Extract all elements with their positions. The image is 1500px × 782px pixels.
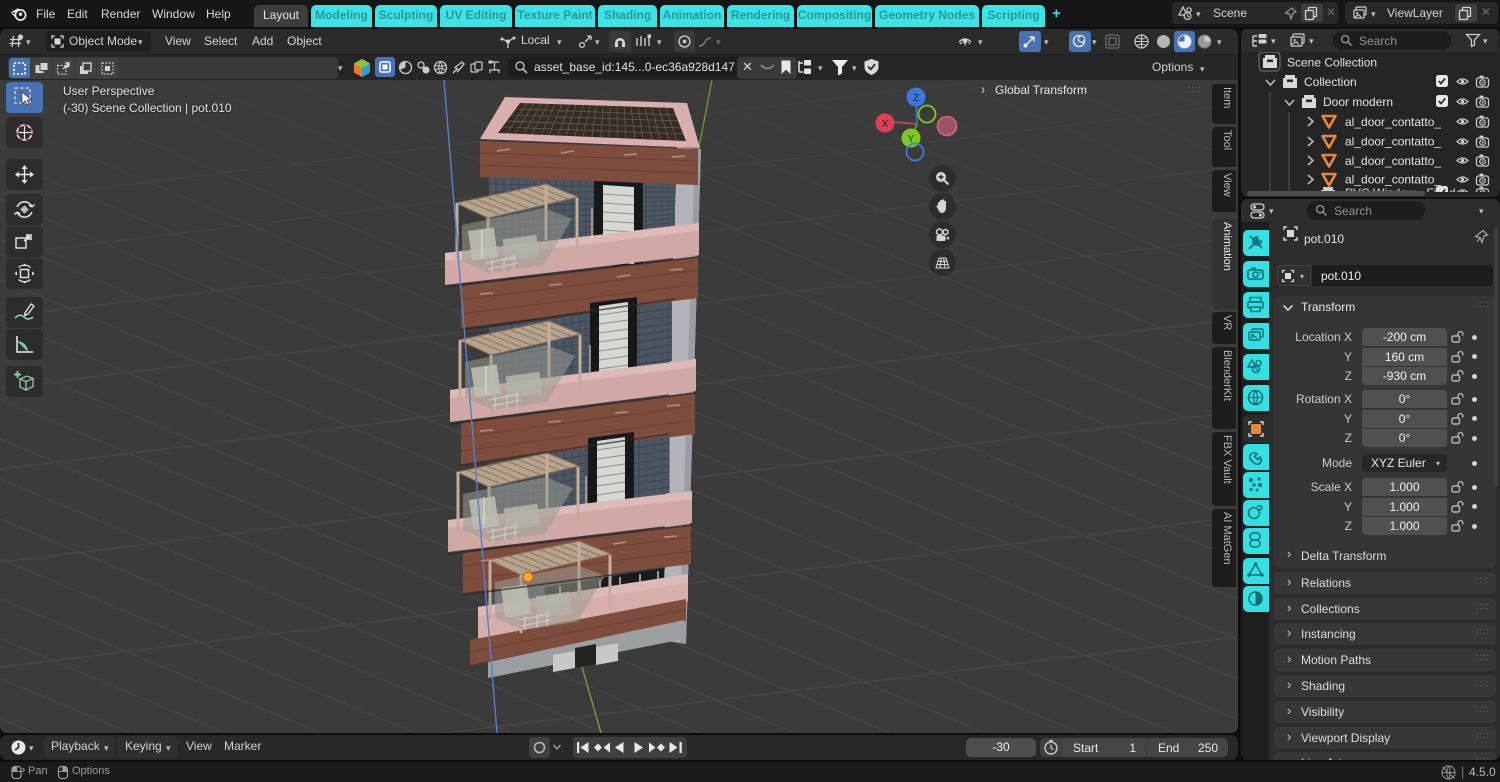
svg-text:Z: Z <box>913 93 919 104</box>
svg-text:X: X <box>882 119 889 130</box>
svg-text:Scene Collection: Scene Collection <box>1287 56 1377 70</box>
svg-text:al_door_contatto_: al_door_contatto_ <box>1345 154 1441 168</box>
svg-text:Collection: Collection <box>1304 75 1357 89</box>
svg-text:al_door_contatto_: al_door_contatto_ <box>1345 115 1441 129</box>
svg-text:al_door_contatto_: al_door_contatto_ <box>1345 135 1441 149</box>
svg-text:Door modern: Door modern <box>1323 95 1393 109</box>
svg-text:al_door_contatto_: al_door_contatto_ <box>1345 173 1441 187</box>
